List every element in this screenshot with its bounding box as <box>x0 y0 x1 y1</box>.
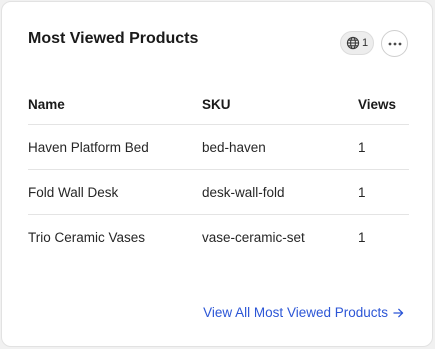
product-name: Fold Wall Desk <box>28 184 119 200</box>
scope-count: 1 <box>361 36 369 49</box>
product-views: 1 <box>358 139 366 155</box>
most-viewed-products-card: Most Viewed Products 1 Name SKU Views Ha… <box>1 1 433 347</box>
table-header-row: Name SKU Views <box>28 84 409 125</box>
product-views: 1 <box>358 184 366 200</box>
scope-badge[interactable]: 1 <box>340 31 374 55</box>
table-row: Trio Ceramic Vases vase-ceramic-set 1 <box>28 215 409 259</box>
product-name: Haven Platform Bed <box>28 139 149 155</box>
view-all-label: View All Most Viewed Products <box>203 305 388 320</box>
products-table: Name SKU Views Haven Platform Bed bed-ha… <box>28 84 409 259</box>
product-name: Trio Ceramic Vases <box>28 229 146 245</box>
card-title: Most Viewed Products <box>28 30 199 47</box>
globe-icon <box>346 36 360 50</box>
product-sku: bed-haven <box>202 139 266 155</box>
product-views: 1 <box>358 229 366 245</box>
column-header-name: Name <box>28 96 65 112</box>
more-horizontal-icon <box>388 42 402 46</box>
more-options-button[interactable] <box>381 30 408 57</box>
product-sku: desk-wall-fold <box>202 184 285 200</box>
table-row: Fold Wall Desk desk-wall-fold 1 <box>28 170 409 215</box>
column-header-views: Views <box>358 96 397 112</box>
view-all-most-viewed-products-link[interactable]: View All Most Viewed Products <box>203 305 404 320</box>
arrow-right-icon <box>393 308 404 318</box>
column-header-sku: SKU <box>202 96 231 112</box>
product-sku: vase-ceramic-set <box>202 229 305 245</box>
table-row: Haven Platform Bed bed-haven 1 <box>28 125 409 170</box>
